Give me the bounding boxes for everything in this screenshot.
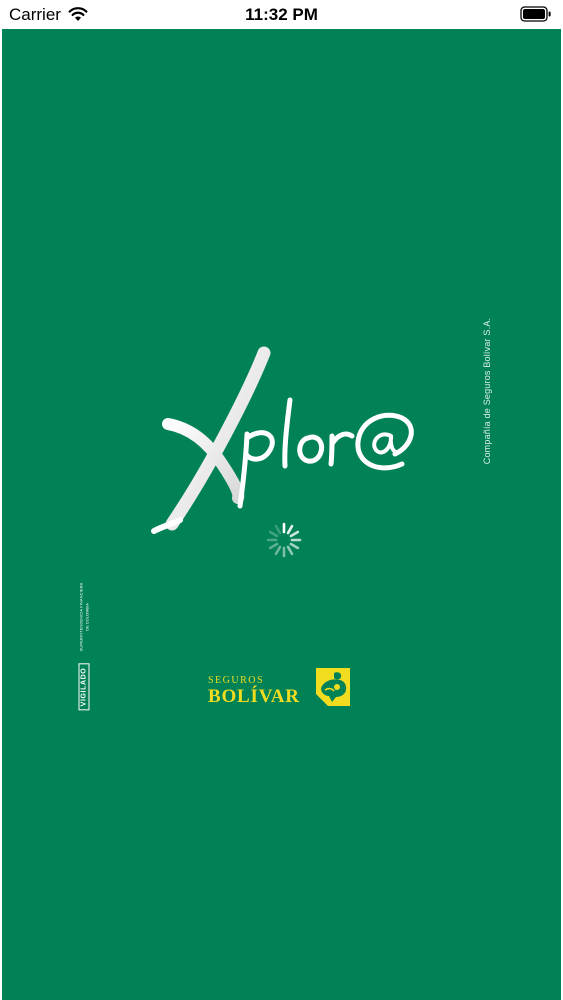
battery-icon	[520, 6, 551, 22]
status-bar: Carrier 11:32 PM	[0, 0, 563, 29]
vigilado-superintendencia-text: SUPERINTENDENCIA FINANCIERA	[78, 582, 84, 652]
seguros-bolivar-logo: SEGUROS BOLÍVAR	[208, 664, 358, 712]
loading-spinner-icon	[266, 522, 302, 558]
brand-top-text: SEGUROS	[208, 675, 265, 686]
vigilado-country-text: DE COLOMBIA	[84, 603, 90, 631]
vigilado-label: VIGILADO	[78, 663, 90, 711]
brand-main-text: BOLÍVAR	[208, 686, 300, 707]
splash-screen: Compañía de Seguros Bolívar S.A.	[2, 29, 561, 1000]
status-time: 11:32 PM	[245, 5, 318, 24]
bolivar-horse-rider-icon	[316, 668, 350, 706]
company-name-vertical: Compañía de Seguros Bolívar S.A.	[482, 317, 492, 465]
xplora-logo	[151, 346, 414, 534]
app-screen: Carrier 11:32 PM Compañía de Seguros Bol…	[0, 0, 563, 1000]
